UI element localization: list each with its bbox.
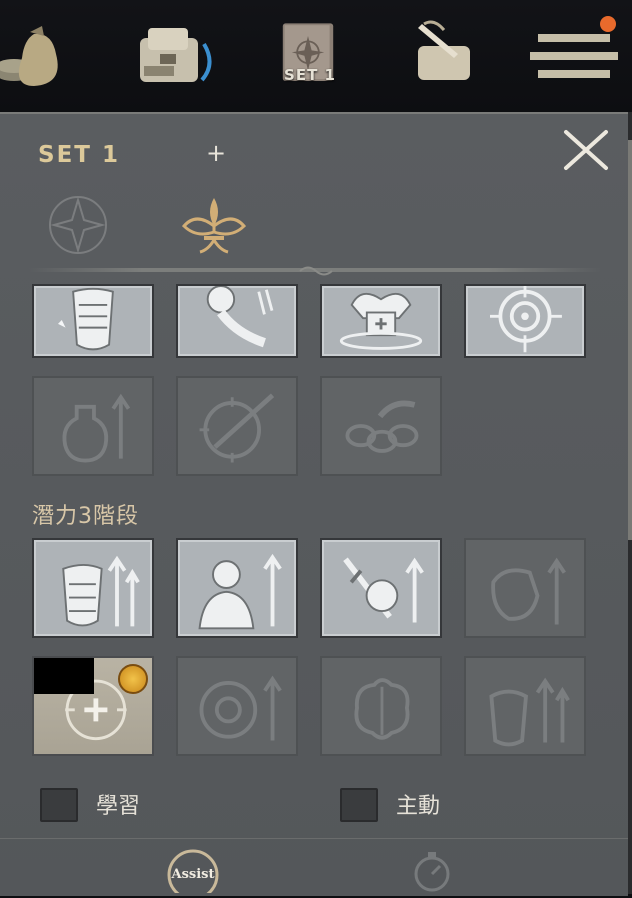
black-corner-overlay <box>34 658 94 694</box>
assist-button[interactable]: Assist <box>162 845 224 898</box>
chain-break-icon[interactable] <box>320 376 442 476</box>
target-plus-icon[interactable] <box>32 656 154 756</box>
active-checkbox[interactable] <box>340 788 378 822</box>
potential-stage-label: 潛力3階段 <box>32 504 139 529</box>
sword-apple-up-icon[interactable] <box>320 538 442 638</box>
stopwatch-icon[interactable] <box>410 848 454 894</box>
top-navigation-bar: SET 1 <box>0 0 632 112</box>
menu-icon[interactable] <box>530 14 620 94</box>
active-checkbox-label: 主動 <box>396 794 441 819</box>
target-up-icon[interactable] <box>176 656 298 756</box>
assist-label: Assist <box>171 867 215 882</box>
heart-armor-up-icon[interactable] <box>464 656 586 756</box>
set-title: SET 1 <box>38 142 120 168</box>
money-bag-icon[interactable] <box>0 14 74 94</box>
compass-blade-icon[interactable] <box>176 376 298 476</box>
compass-star-icon[interactable] <box>38 192 118 258</box>
backpack-icon[interactable] <box>132 14 212 94</box>
close-icon[interactable] <box>560 128 612 172</box>
fleur-ornament-icon[interactable] <box>174 192 254 258</box>
brain-icon[interactable] <box>320 656 442 756</box>
fist-power-icon[interactable] <box>176 284 298 358</box>
divider-ornament <box>298 263 334 277</box>
bottom-bar <box>0 838 628 895</box>
learn-checkbox[interactable] <box>40 788 78 822</box>
active-set-label: SET 1 <box>284 66 336 84</box>
add-set-button[interactable]: + <box>203 140 229 166</box>
warrior-up-icon[interactable] <box>176 538 298 638</box>
potion-up-icon[interactable] <box>32 376 154 476</box>
armor-skill-icon[interactable] <box>32 284 154 358</box>
gold-medal-badge <box>118 664 148 694</box>
body-heal-icon[interactable] <box>320 284 442 358</box>
target-crosshair-icon[interactable] <box>464 284 586 358</box>
quest-scroll-icon[interactable] <box>404 14 484 94</box>
panel-right-fragment <box>628 140 632 540</box>
fist-up-icon[interactable] <box>464 538 586 638</box>
learn-checkbox-label: 學習 <box>96 794 141 819</box>
armor-up-icon[interactable] <box>32 538 154 638</box>
